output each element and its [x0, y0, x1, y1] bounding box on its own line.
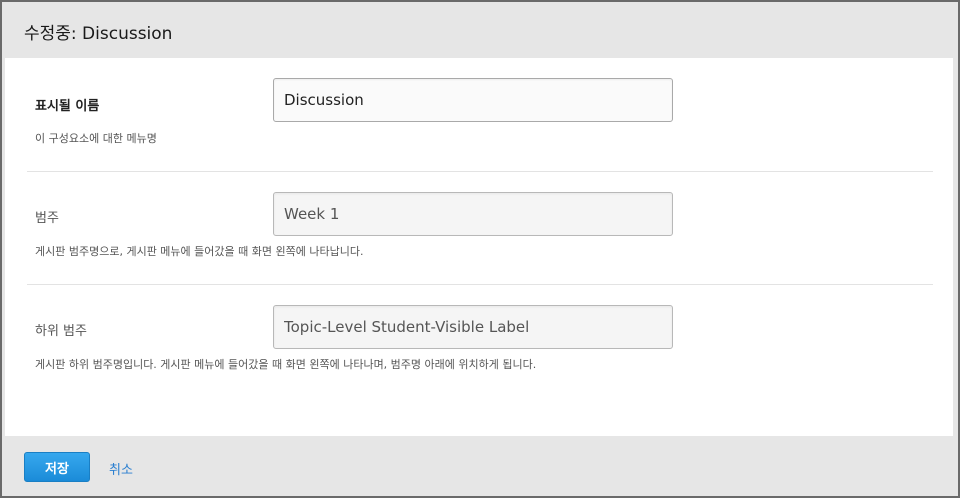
edit-modal: 수정중: Discussion 표시될 이름 이 구성요소에 대한 메뉴명 범주… [0, 0, 960, 498]
display-name-input[interactable] [273, 78, 673, 122]
field-subcategory: 하위 범주 게시판 하위 범주명입니다. 게시판 메뉴에 들어갔을 때 화면 왼… [27, 285, 933, 405]
field-display-name: 표시될 이름 이 구성요소에 대한 메뉴명 [27, 58, 933, 172]
cancel-link[interactable]: 취소 [109, 459, 133, 478]
display-name-help: 이 구성요소에 대한 메뉴명 [35, 132, 157, 145]
subcategory-label: 하위 범주 [35, 324, 87, 339]
modal-title: 수정중: Discussion [24, 24, 173, 44]
modal-body: 표시될 이름 이 구성요소에 대한 메뉴명 범주 게시판 범주명으로, 게시판 … [5, 58, 953, 436]
modal-footer: 저장 취소 [2, 436, 958, 496]
modal-header: 수정중: Discussion [2, 2, 958, 58]
category-help: 게시판 범주명으로, 게시판 메뉴에 들어갔을 때 화면 왼쪽에 나타납니다. [35, 245, 364, 258]
field-category: 범주 게시판 범주명으로, 게시판 메뉴에 들어갔을 때 화면 왼쪽에 나타납니… [27, 172, 933, 285]
category-label: 범주 [35, 211, 59, 226]
save-button[interactable]: 저장 [24, 452, 90, 482]
display-name-label: 표시될 이름 [35, 99, 100, 114]
subcategory-help: 게시판 하위 범주명입니다. 게시판 메뉴에 들어갔을 때 화면 왼쪽에 나타나… [35, 358, 537, 371]
subcategory-input[interactable] [273, 305, 673, 349]
category-input[interactable] [273, 192, 673, 236]
